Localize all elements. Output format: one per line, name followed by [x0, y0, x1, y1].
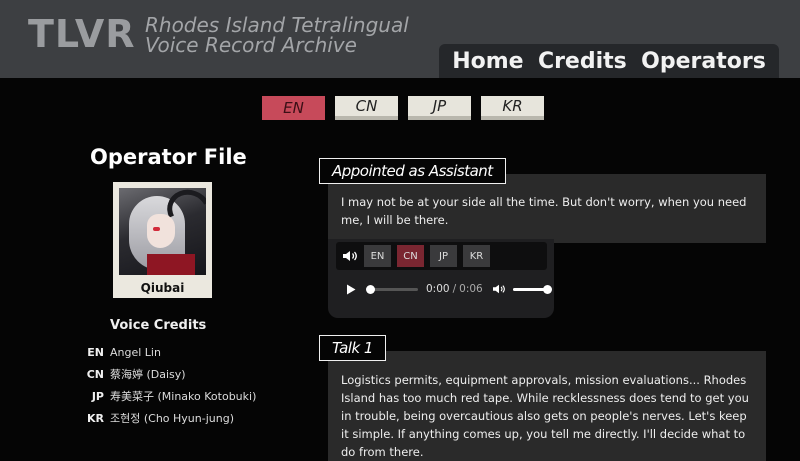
- voice-line-text: I may not be at your side all the time. …: [328, 174, 766, 243]
- voice-credit-lang: KR: [87, 411, 104, 425]
- nav-operators[interactable]: Operators: [641, 49, 766, 74]
- voice-credit-row: CN 蔡海婷 (Daisy): [86, 363, 306, 385]
- play-icon[interactable]: [346, 284, 360, 295]
- voice-line-label: Appointed as Assistant: [319, 158, 506, 184]
- nav-home[interactable]: Home: [452, 49, 523, 74]
- audio-lang-en[interactable]: EN: [364, 245, 391, 267]
- seek-bar[interactable]: [366, 284, 418, 294]
- voice-credit-name: 조현정 (Cho Hyun-jung): [110, 412, 234, 425]
- site-logo[interactable]: TLVR: [28, 12, 136, 56]
- lang-tab-kr[interactable]: KR: [481, 96, 544, 120]
- site-header: TLVR Rhodes Island Tetralingual Voice Re…: [0, 0, 800, 78]
- main-nav: Home Credits Operators: [439, 44, 779, 78]
- voice-credit-row: KR 조현정 (Cho Hyun-jung): [86, 407, 306, 429]
- audio-player: 0:00 / 0:06: [346, 283, 552, 295]
- volume-knob[interactable]: [542, 284, 552, 294]
- audio-panel: EN CN JP KR 0:00 / 0:06: [328, 239, 554, 318]
- lang-tab-en[interactable]: EN: [262, 96, 325, 120]
- language-tabs: EN CN JP KR: [262, 96, 544, 120]
- speaker-icon: [336, 249, 364, 263]
- portrait-collar: [147, 254, 195, 275]
- current-time: 0:00: [426, 283, 450, 295]
- voice-line-text: Logistics permits, equipment approvals, …: [328, 351, 766, 461]
- audio-language-toolbar: EN CN JP KR: [336, 242, 547, 270]
- voice-credit-row: JP 寿美菜子 (Minako Kotobuki): [86, 385, 306, 407]
- operator-name: Qiubai: [140, 281, 185, 295]
- operator-portrait-card: Qiubai: [113, 182, 212, 298]
- portrait-eye: [153, 227, 160, 231]
- seek-knob[interactable]: [366, 284, 375, 294]
- voice-credit-lang: JP: [91, 389, 104, 403]
- voice-credit-row: EN Angel Lin: [86, 341, 306, 363]
- subtitle-line-1: Rhodes Island Tetralingual: [145, 13, 409, 37]
- audio-lang-cn[interactable]: CN: [397, 245, 424, 267]
- duration: 0:06: [459, 283, 483, 295]
- voice-credit-lang: CN: [86, 367, 104, 381]
- audio-lang-jp[interactable]: JP: [430, 245, 457, 267]
- audio-lang-kr[interactable]: KR: [463, 245, 490, 267]
- voice-credit-lang: EN: [87, 345, 104, 359]
- site-subtitle: Rhodes Island Tetralingual Voice Record …: [145, 15, 409, 55]
- volume-slider[interactable]: [512, 284, 552, 294]
- volume-icon[interactable]: [492, 283, 506, 295]
- operator-portrait-icon: [119, 188, 206, 275]
- lang-tab-cn[interactable]: CN: [335, 96, 398, 120]
- time-separator: /: [452, 283, 457, 295]
- voice-credit-name: Angel Lin: [110, 345, 161, 359]
- lang-tab-jp[interactable]: JP: [408, 96, 471, 120]
- voice-credit-name: 寿美菜子 (Minako Kotobuki): [110, 390, 257, 403]
- voice-credit-name: 蔡海婷 (Daisy): [110, 368, 186, 381]
- subtitle-line-2: Voice Record Archive: [145, 33, 357, 57]
- voice-credits-list: EN Angel Lin CN 蔡海婷 (Daisy) JP 寿美菜子 (Min…: [86, 341, 306, 429]
- portrait-face: [147, 214, 175, 248]
- nav-credits[interactable]: Credits: [538, 49, 627, 74]
- volume-fill: [512, 287, 547, 291]
- voice-line-label: Talk 1: [319, 335, 386, 361]
- voice-credits-title: Voice Credits: [110, 318, 207, 333]
- operator-file-title: Operator File: [90, 145, 247, 169]
